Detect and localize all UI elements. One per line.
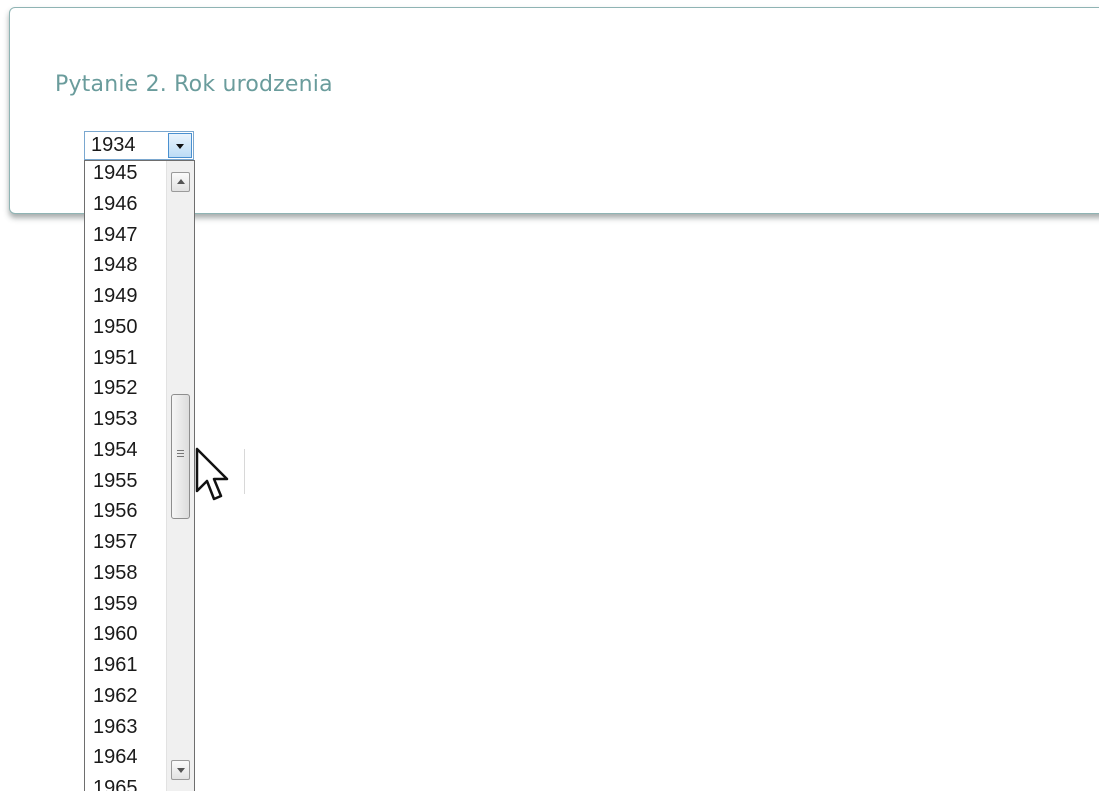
year-option[interactable]: 1958: [85, 558, 167, 589]
scroll-down-arrow-icon[interactable]: [171, 760, 190, 780]
year-option[interactable]: 1952: [85, 373, 167, 404]
year-option[interactable]: 1945: [85, 161, 167, 189]
dropdown-scrollbar[interactable]: [166, 161, 194, 791]
grip-icon: [177, 450, 184, 459]
scroll-up-arrow-icon[interactable]: [171, 172, 190, 192]
year-option[interactable]: 1960: [85, 619, 167, 650]
year-option[interactable]: 1961: [85, 650, 167, 681]
year-option[interactable]: 1953: [85, 404, 167, 435]
divider: [244, 449, 245, 494]
year-option[interactable]: 1965: [85, 773, 167, 791]
chevron-down-icon[interactable]: [168, 133, 192, 158]
year-option[interactable]: 1948: [85, 250, 167, 281]
year-option[interactable]: 1951: [85, 343, 167, 374]
birth-year-select[interactable]: 1934: [84, 131, 194, 160]
selected-year-value: 1934: [91, 134, 136, 156]
year-option[interactable]: 1959: [85, 589, 167, 620]
year-option[interactable]: 1962: [85, 681, 167, 712]
question-title: Pytanie 2. Rok urodzenia: [55, 72, 333, 97]
year-option[interactable]: 1955: [85, 466, 167, 497]
year-dropdown-list[interactable]: 1945 1946 1947 1948 1949 1950 1951 1952 …: [84, 160, 195, 791]
year-option[interactable]: 1950: [85, 312, 167, 343]
year-option[interactable]: 1964: [85, 742, 167, 773]
mouse-pointer-icon: [195, 447, 229, 501]
scrollbar-thumb[interactable]: [171, 394, 190, 519]
year-option[interactable]: 1956: [85, 496, 167, 527]
year-option[interactable]: 1963: [85, 712, 167, 743]
year-option[interactable]: 1957: [85, 527, 167, 558]
year-option[interactable]: 1949: [85, 281, 167, 312]
option-list: 1945 1946 1947 1948 1949 1950 1951 1952 …: [85, 161, 167, 791]
year-option[interactable]: 1947: [85, 220, 167, 251]
year-option[interactable]: 1954: [85, 435, 167, 466]
year-option[interactable]: 1946: [85, 189, 167, 220]
